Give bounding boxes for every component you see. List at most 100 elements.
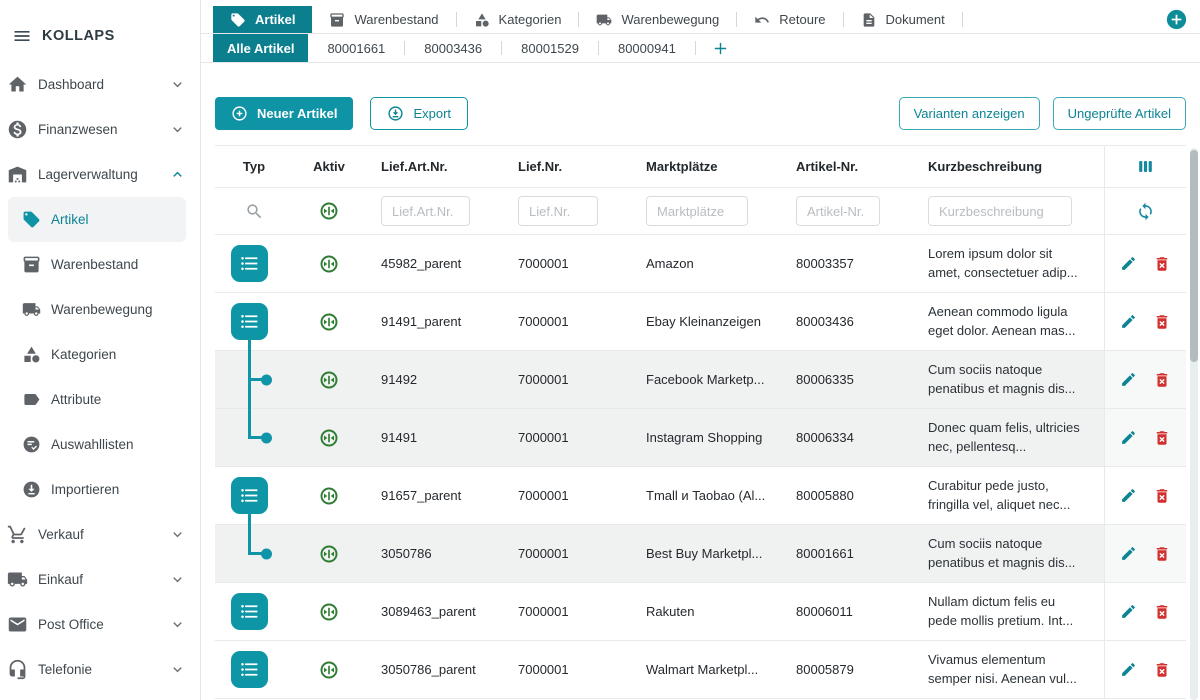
plus-circle-icon <box>231 105 248 122</box>
table-row: 3050786 7000001 Best Buy Marketpl... 800… <box>215 525 1186 583</box>
tab-dokument[interactable]: Dokument <box>844 6 962 33</box>
box-icon <box>329 12 345 28</box>
hamburger-menu-icon[interactable] <box>12 26 32 46</box>
active-toggle-icon[interactable] <box>320 202 338 220</box>
lief-art-nr-cell: 3050786 <box>365 525 502 582</box>
sidebar-item-telefonie[interactable]: Telefonie <box>0 647 200 692</box>
edit-icon[interactable] <box>1120 545 1137 562</box>
sidebar-item-label: Verkauf <box>38 527 84 542</box>
delete-icon[interactable] <box>1153 487 1171 505</box>
add-subtab-button[interactable] <box>696 34 745 62</box>
tab-warenbewegung[interactable]: Warenbewegung <box>579 6 736 33</box>
edit-icon[interactable] <box>1120 371 1137 388</box>
edit-icon[interactable] <box>1120 661 1137 678</box>
sidebar-item-einkauf[interactable]: Einkauf <box>0 557 200 602</box>
subtab-80000941[interactable]: 80000941 <box>599 34 695 62</box>
sidebar-item-lagerverwaltung[interactable]: Lagerverwaltung <box>0 152 200 197</box>
lief-nr-cell: 7000001 <box>502 641 630 698</box>
kurzbeschreibung-cell: Cum sociis natoque penatibus et magnis d… <box>912 351 1104 408</box>
article-variants-button[interactable] <box>231 245 268 282</box>
subtab-label: 80001661 <box>327 41 385 56</box>
tab-artikel[interactable]: Artikel <box>213 6 312 33</box>
chevron-down-icon <box>169 571 186 588</box>
add-tab-button[interactable] <box>1166 9 1187 30</box>
subtab-label: Alle Artikel <box>227 41 294 56</box>
tab-kategorien[interactable]: Kategorien <box>457 6 579 33</box>
artikel-nr-cell: 80005879 <box>780 641 912 698</box>
delete-icon[interactable] <box>1153 313 1171 331</box>
delete-icon[interactable] <box>1153 545 1171 563</box>
new-article-button[interactable]: Neuer Artikel <box>215 97 353 130</box>
active-status-icon[interactable] <box>320 661 338 679</box>
article-variants-button[interactable] <box>231 593 268 630</box>
category-icon <box>22 345 41 364</box>
sidebar-item-post-office[interactable]: Post Office <box>0 602 200 647</box>
unchecked-articles-button[interactable]: Ungeprüfte Artikel <box>1053 97 1186 130</box>
sidebar-item-verkauf[interactable]: Verkauf <box>0 512 200 557</box>
delete-icon[interactable] <box>1153 661 1171 679</box>
sidebar-item-kategorien[interactable]: Kategorien <box>0 332 200 377</box>
subtab-80003436[interactable]: 80003436 <box>405 34 501 62</box>
delete-icon[interactable] <box>1153 255 1171 273</box>
subtab-alle-artikel[interactable]: Alle Artikel <box>213 34 308 62</box>
marktplaetze-cell: Best Buy Marketpl... <box>630 525 780 582</box>
sidebar-item-warenbewegung[interactable]: Warenbewegung <box>0 287 200 332</box>
sidebar-item-auswahllisten[interactable]: Auswahllisten <box>0 422 200 467</box>
active-status-icon[interactable] <box>320 313 338 331</box>
scrollbar-thumb[interactable] <box>1190 150 1198 362</box>
sidebar-item-importieren[interactable]: Importieren <box>0 467 200 512</box>
tab-retoure[interactable]: Retoure <box>737 6 842 33</box>
delete-icon[interactable] <box>1153 429 1171 447</box>
sidebar-item-finanzwesen[interactable]: Finanzwesen <box>0 107 200 152</box>
edit-icon[interactable] <box>1120 603 1137 620</box>
subtab-80001529[interactable]: 80001529 <box>502 34 598 62</box>
article-variants-button[interactable] <box>231 303 268 340</box>
table-row: 91657_parent 7000001 Tmall и Taobao (Al.… <box>215 467 1186 525</box>
edit-icon[interactable] <box>1120 313 1137 330</box>
chevron-down-icon <box>169 121 186 138</box>
filter-input-kurzbeschreibung[interactable] <box>928 196 1072 226</box>
edit-icon[interactable] <box>1120 429 1137 446</box>
active-status-icon[interactable] <box>320 255 338 273</box>
lief-art-nr-cell: 3089463_parent <box>365 583 502 640</box>
sidebar-item-warenbestand[interactable]: Warenbestand <box>0 242 200 287</box>
subtabbar: Alle Artikel 80001661 80003436 80001529 … <box>201 34 1200 63</box>
kurzbeschreibung-cell: Donec quam felis, ultricies nec, pellent… <box>912 409 1104 466</box>
search-icon[interactable] <box>245 202 264 221</box>
typ-filter-cell <box>215 188 293 234</box>
filter-input-marktplaetze[interactable] <box>646 196 748 226</box>
subtab-80001661[interactable]: 80001661 <box>308 34 404 62</box>
active-status-icon[interactable] <box>320 371 338 389</box>
tab-warenbestand[interactable]: Warenbestand <box>312 6 455 33</box>
columns-settings-icon[interactable] <box>1136 157 1155 176</box>
refresh-icon[interactable] <box>1136 202 1155 221</box>
tab-label: Retoure <box>779 12 825 27</box>
sidebar-item-label: Artikel <box>51 212 89 227</box>
edit-icon[interactable] <box>1120 487 1137 504</box>
delete-icon[interactable] <box>1153 371 1171 389</box>
delete-icon[interactable] <box>1153 603 1171 621</box>
active-status-icon[interactable] <box>320 487 338 505</box>
active-status-icon[interactable] <box>320 603 338 621</box>
lief-nr-cell: 7000001 <box>502 467 630 524</box>
content-area: Neuer Artikel Export Varianten anzeigen … <box>201 63 1200 700</box>
lief-art-nr-cell: 91657_parent <box>365 467 502 524</box>
article-variants-button[interactable] <box>231 651 268 688</box>
article-variants-button[interactable] <box>231 477 268 514</box>
sidebar-item-artikel[interactable]: Artikel <box>8 197 186 242</box>
sidebar-item-attribute[interactable]: Attribute <box>0 377 200 422</box>
filter-input-lief-art-nr[interactable] <box>381 196 470 226</box>
active-status-icon[interactable] <box>320 429 338 447</box>
brand-header: KOLLAPS <box>0 26 200 62</box>
show-variants-button[interactable]: Varianten anzeigen <box>899 97 1040 130</box>
filter-input-lief-nr[interactable] <box>518 196 598 226</box>
active-status-icon[interactable] <box>320 545 338 563</box>
cart-icon <box>7 524 28 545</box>
sidebar-item-dashboard[interactable]: Dashboard <box>0 62 200 107</box>
filter-input-artikel-nr[interactable] <box>796 196 880 226</box>
edit-icon[interactable] <box>1120 255 1137 272</box>
tag-icon <box>22 210 41 229</box>
delivery-truck-icon <box>7 569 28 590</box>
export-button[interactable]: Export <box>370 97 468 130</box>
label-icon <box>22 390 41 409</box>
